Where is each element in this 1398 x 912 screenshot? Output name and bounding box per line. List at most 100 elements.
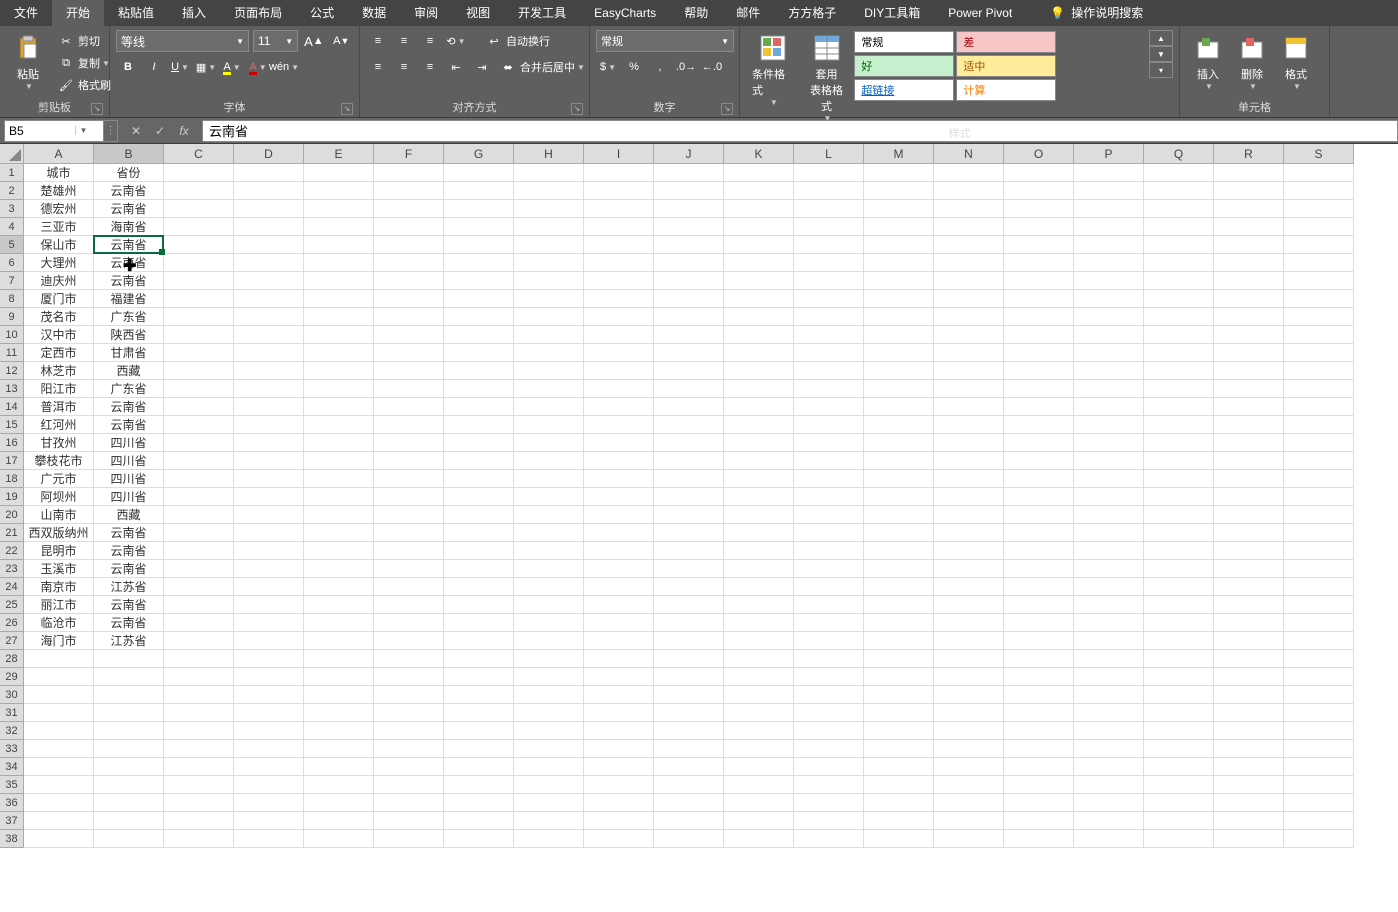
cell-J28[interactable] xyxy=(654,650,724,668)
cell-E7[interactable] xyxy=(304,272,374,290)
cell-R16[interactable] xyxy=(1214,434,1284,452)
cell-B20[interactable]: 西藏 xyxy=(94,506,164,524)
cell-O38[interactable] xyxy=(1004,830,1074,848)
cell-P37[interactable] xyxy=(1074,812,1144,830)
cell-J2[interactable] xyxy=(654,182,724,200)
cell-D5[interactable] xyxy=(234,236,304,254)
cell-P16[interactable] xyxy=(1074,434,1144,452)
cell-J9[interactable] xyxy=(654,308,724,326)
cell-P10[interactable] xyxy=(1074,326,1144,344)
cell-I10[interactable] xyxy=(584,326,654,344)
cell-H4[interactable] xyxy=(514,218,584,236)
cell-F34[interactable] xyxy=(374,758,444,776)
cell-I27[interactable] xyxy=(584,632,654,650)
cell-O20[interactable] xyxy=(1004,506,1074,524)
cell-style-3[interactable]: 适中 xyxy=(956,55,1056,77)
cell-B22[interactable]: 云南省 xyxy=(94,542,164,560)
cell-I17[interactable] xyxy=(584,452,654,470)
cell-A11[interactable]: 定西市 xyxy=(24,344,94,362)
cell-D9[interactable] xyxy=(234,308,304,326)
cell-A20[interactable]: 山南市 xyxy=(24,506,94,524)
cell-J38[interactable] xyxy=(654,830,724,848)
cell-F16[interactable] xyxy=(374,434,444,452)
cell-H37[interactable] xyxy=(514,812,584,830)
cell-O36[interactable] xyxy=(1004,794,1074,812)
cell-P13[interactable] xyxy=(1074,380,1144,398)
cell-A38[interactable] xyxy=(24,830,94,848)
cell-C9[interactable] xyxy=(164,308,234,326)
cell-B13[interactable]: 广东省 xyxy=(94,380,164,398)
cell-E22[interactable] xyxy=(304,542,374,560)
cell-E20[interactable] xyxy=(304,506,374,524)
cell-M8[interactable] xyxy=(864,290,934,308)
cell-F11[interactable] xyxy=(374,344,444,362)
cell-M6[interactable] xyxy=(864,254,934,272)
cell-K5[interactable] xyxy=(724,236,794,254)
cell-O11[interactable] xyxy=(1004,344,1074,362)
cell-D31[interactable] xyxy=(234,704,304,722)
cell-E13[interactable] xyxy=(304,380,374,398)
cell-F13[interactable] xyxy=(374,380,444,398)
cell-F25[interactable] xyxy=(374,596,444,614)
row-header-14[interactable]: 14 xyxy=(0,398,24,416)
cell-O22[interactable] xyxy=(1004,542,1074,560)
cell-P3[interactable] xyxy=(1074,200,1144,218)
cell-Q27[interactable] xyxy=(1144,632,1214,650)
cell-L35[interactable] xyxy=(794,776,864,794)
cell-J16[interactable] xyxy=(654,434,724,452)
cell-P25[interactable] xyxy=(1074,596,1144,614)
cell-G24[interactable] xyxy=(444,578,514,596)
cell-F2[interactable] xyxy=(374,182,444,200)
cell-R34[interactable] xyxy=(1214,758,1284,776)
cell-N30[interactable] xyxy=(934,686,1004,704)
cell-G17[interactable] xyxy=(444,452,514,470)
cell-Q30[interactable] xyxy=(1144,686,1214,704)
cell-O32[interactable] xyxy=(1004,722,1074,740)
cell-D19[interactable] xyxy=(234,488,304,506)
cell-style-0[interactable]: 常规 xyxy=(854,31,954,53)
cell-B17[interactable]: 四川省 xyxy=(94,452,164,470)
row-header-33[interactable]: 33 xyxy=(0,740,24,758)
cell-Q11[interactable] xyxy=(1144,344,1214,362)
cell-F29[interactable] xyxy=(374,668,444,686)
cell-L9[interactable] xyxy=(794,308,864,326)
cell-style-4[interactable]: 超链接 xyxy=(854,79,954,101)
cell-I32[interactable] xyxy=(584,722,654,740)
cell-E5[interactable] xyxy=(304,236,374,254)
cell-O5[interactable] xyxy=(1004,236,1074,254)
cell-A9[interactable]: 茂名市 xyxy=(24,308,94,326)
cell-E19[interactable] xyxy=(304,488,374,506)
cell-S1[interactable] xyxy=(1284,164,1354,182)
cell-G11[interactable] xyxy=(444,344,514,362)
row-header-22[interactable]: 22 xyxy=(0,542,24,560)
cell-N25[interactable] xyxy=(934,596,1004,614)
cell-O30[interactable] xyxy=(1004,686,1074,704)
col-header-C[interactable]: C xyxy=(164,144,234,164)
cell-P2[interactable] xyxy=(1074,182,1144,200)
cell-I20[interactable] xyxy=(584,506,654,524)
cell-R1[interactable] xyxy=(1214,164,1284,182)
cell-E25[interactable] xyxy=(304,596,374,614)
row-header-19[interactable]: 19 xyxy=(0,488,24,506)
cell-H19[interactable] xyxy=(514,488,584,506)
cell-F15[interactable] xyxy=(374,416,444,434)
cell-S37[interactable] xyxy=(1284,812,1354,830)
align-middle-button[interactable]: ≡ xyxy=(392,30,416,52)
cell-B36[interactable] xyxy=(94,794,164,812)
cell-L37[interactable] xyxy=(794,812,864,830)
cell-C7[interactable] xyxy=(164,272,234,290)
row-header-32[interactable]: 32 xyxy=(0,722,24,740)
cell-C36[interactable] xyxy=(164,794,234,812)
cell-L20[interactable] xyxy=(794,506,864,524)
cell-I31[interactable] xyxy=(584,704,654,722)
cell-F35[interactable] xyxy=(374,776,444,794)
cell-P33[interactable] xyxy=(1074,740,1144,758)
cell-Q28[interactable] xyxy=(1144,650,1214,668)
cell-L36[interactable] xyxy=(794,794,864,812)
cell-S23[interactable] xyxy=(1284,560,1354,578)
cell-O3[interactable] xyxy=(1004,200,1074,218)
cell-J20[interactable] xyxy=(654,506,724,524)
cell-F28[interactable] xyxy=(374,650,444,668)
col-header-H[interactable]: H xyxy=(514,144,584,164)
cell-M14[interactable] xyxy=(864,398,934,416)
